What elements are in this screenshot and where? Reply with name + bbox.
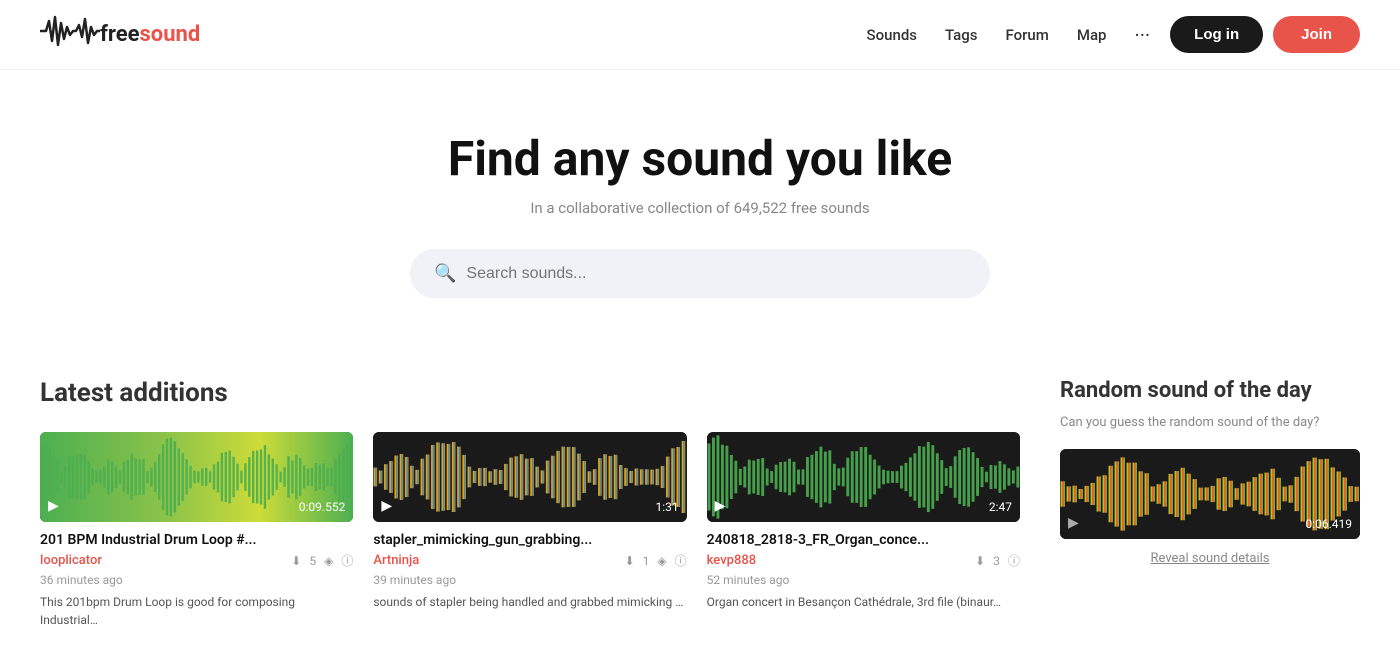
sound-stats-1: ⬇ 5 ◈ ⓘ [291,552,353,569]
info-icon-3: ⓘ [1008,552,1020,569]
nav-more-icon[interactable]: ··· [1134,25,1150,45]
sound-time-2: 39 minutes ago [373,573,686,587]
nav-tags[interactable]: Tags [945,26,977,44]
sound-stats-2: ⬇ 1 ◈ ⓘ [625,552,687,569]
logo-text-free: free [100,22,140,47]
sound-desc-2: sounds of stapler being handled and grab… [373,593,686,611]
main-content: Latest additions /* inline generated */ [0,338,1400,659]
hero-section: Find any sound you like In a collaborati… [0,70,1400,338]
sound-card-3: ▶ 2:47 240818_2818-3_FR_Organ_conce... k… [707,432,1020,629]
sound-card-1: /* inline generated */ [40,432,353,629]
navbar: freesound Sounds Tags Forum Map ··· Log … [0,0,1400,70]
sound-stats-3: ⬇ 3 ⓘ [975,552,1020,569]
random-desc: Can you guess the random sound of the da… [1060,413,1360,433]
random-heading: Random sound of the day [1060,378,1360,403]
download-count-2: 1 [643,554,650,568]
duration-1: 0:09.552 [299,500,346,514]
sound-author-3[interactable]: kevp888 [707,553,756,568]
random-play-button[interactable]: ▶ [1068,515,1079,531]
duration-2: 1:31 [656,500,679,514]
reveal-button[interactable]: Reveal sound details [1060,551,1360,566]
nav-map[interactable]: Map [1077,26,1107,44]
info-icon-1: ⓘ [341,552,353,569]
sound-meta-3: kevp888 ⬇ 3 ⓘ [707,552,1020,569]
sound-author-1[interactable]: looplicator [40,553,102,568]
duration-3: 2:47 [989,500,1012,514]
random-section: Random sound of the day Can you guess th… [1060,378,1360,629]
download-icon-2: ⬇ [625,554,635,568]
waveform-3[interactable]: ▶ 2:47 [707,432,1020,522]
logo-icon [40,13,100,56]
search-input[interactable] [466,265,966,283]
info-icon-2: ⓘ [675,552,687,569]
sound-meta-2: Artninja ⬇ 1 ◈ ⓘ [373,552,686,569]
download-count-3: 3 [993,554,1000,568]
download-icon-3: ⬇ [975,554,985,568]
sound-title-2[interactable]: stapler_mimicking_gun_grabbing... [373,532,686,548]
hero-heading: Find any sound you like [20,130,1380,187]
sound-time-1: 36 minutes ago [40,573,353,587]
sound-meta-1: looplicator ⬇ 5 ◈ ⓘ [40,552,353,569]
sound-title-1[interactable]: 201 BPM Industrial Drum Loop #... [40,532,353,548]
join-button[interactable]: Join [1273,16,1360,53]
login-button[interactable]: Log in [1170,16,1263,53]
nav-sounds[interactable]: Sounds [867,26,917,44]
nav-links: Sounds Tags Forum Map ··· [867,25,1151,45]
play-button-1[interactable]: ▶ [48,498,59,514]
sounds-grid: /* inline generated */ [40,432,1020,629]
waveform-1[interactable]: /* inline generated */ [40,432,353,522]
logo[interactable]: freesound [40,13,200,56]
hero-subtext: In a collaborative collection of 649,522… [20,199,1380,217]
sound-title-3[interactable]: 240818_2818-3_FR_Organ_conce... [707,532,1020,548]
latest-section: Latest additions /* inline generated */ [40,378,1020,629]
layers-icon-1: ◈ [324,554,333,568]
sound-desc-1: This 201bpm Drum Loop is good for compos… [40,593,353,629]
nav-forum[interactable]: Forum [1005,26,1048,44]
sound-time-3: 52 minutes ago [707,573,1020,587]
search-bar: 🔍 [410,249,990,298]
random-duration: 0:06.419 [1305,517,1352,531]
sound-author-2[interactable]: Artninja [373,553,419,568]
download-icon-1: ⬇ [291,554,301,568]
random-waveform[interactable]: ▶ 0:06.419 [1060,449,1360,539]
sound-card-2: ▶ 1:31 stapler_mimicking_gun_grabbing...… [373,432,686,629]
sound-desc-3: Organ concert in Besançon Cathédrale, 3r… [707,593,1020,611]
download-count-1: 5 [309,554,316,568]
logo-text-sound: sound [140,22,201,47]
layers-icon-2: ◈ [657,554,666,568]
play-button-2[interactable]: ▶ [381,498,392,514]
play-button-3[interactable]: ▶ [715,498,726,514]
latest-heading: Latest additions [40,378,1020,408]
waveform-2[interactable]: ▶ 1:31 [373,432,686,522]
search-icon: 🔍 [434,263,456,284]
